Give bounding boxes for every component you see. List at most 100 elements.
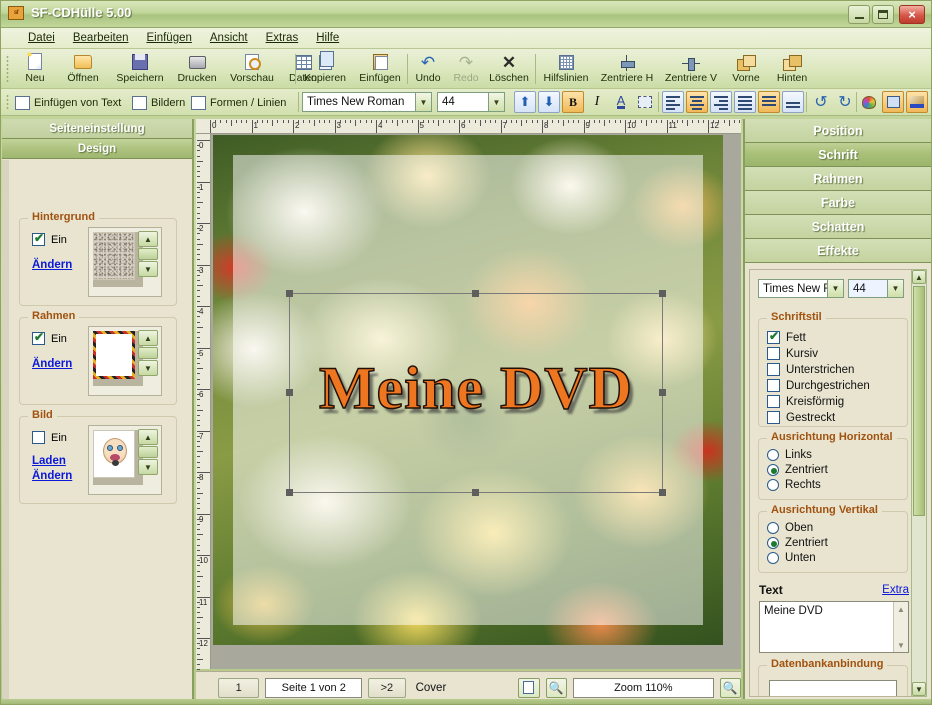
sidebar-tab-design[interactable]: Design	[2, 139, 192, 159]
rahmen-checkbox[interactable]	[32, 330, 45, 345]
halign-rechts-radio[interactable]	[767, 479, 779, 491]
bild-checkbox-row[interactable]: Ein	[32, 431, 67, 444]
italic-button[interactable]: I	[586, 91, 608, 113]
panel-font-size-combo[interactable]: 44 ▼	[848, 279, 904, 298]
sidebar-section-effekte[interactable]: Effekte	[745, 239, 931, 263]
menu-item-extras[interactable]: Extras	[257, 30, 308, 46]
insert-image-button[interactable]: Bildern	[132, 93, 185, 112]
align-right-button[interactable]	[710, 91, 732, 113]
resize-handle-n[interactable]	[472, 290, 479, 297]
bild-spinner[interactable]: ▲ ▼	[138, 429, 158, 479]
font-color-button[interactable]: A	[610, 91, 632, 113]
radio-row-valign-unten[interactable]: Unten	[767, 552, 828, 564]
font-name-combo[interactable]: Times New Roman ▼	[302, 92, 432, 112]
textarea-scroll-up-icon[interactable]: ▲	[895, 603, 907, 615]
sidebar-section-schrift[interactable]: Schrift	[745, 143, 931, 167]
zoom-field[interactable]: Zoom 110%	[573, 677, 714, 698]
valign-middle-button[interactable]	[758, 91, 780, 113]
spinner-middle[interactable]	[138, 248, 158, 260]
bold-button[interactable]: B	[562, 91, 584, 113]
bild-checkbox[interactable]	[32, 431, 45, 444]
spinner-down-icon[interactable]: ▼	[138, 459, 158, 475]
toolbar-button-zentriere-v[interactable]: Zentriere V	[659, 51, 723, 87]
fett-checkbox[interactable]	[767, 329, 780, 344]
page-number-button[interactable]: 1	[218, 677, 260, 698]
toolbar-button-hilfslinien[interactable]: Hilfslinien	[537, 51, 595, 87]
spinner-middle[interactable]	[138, 446, 158, 458]
valign-bottom-button[interactable]	[782, 91, 804, 113]
next-page-button[interactable]: >2	[368, 677, 406, 698]
toolbar-button-kopieren[interactable]: Kopieren	[297, 51, 353, 87]
zoom-out-button[interactable]: 🔍	[545, 677, 568, 698]
align-justify-button[interactable]	[734, 91, 756, 113]
brush-button[interactable]	[906, 91, 928, 113]
format-toolbar-grip[interactable]	[6, 94, 9, 111]
resize-handle-sw[interactable]	[286, 489, 293, 496]
checkbox-row-gestreckt[interactable]: Gestreckt	[767, 411, 870, 424]
radio-row-halign-rechts[interactable]: Rechts	[767, 479, 828, 491]
insert-shapes-button[interactable]: Formen / Linien	[191, 93, 286, 112]
rahmen-thumbnail-box[interactable]: ▲ ▼	[88, 326, 162, 396]
resize-handle-ne[interactable]	[659, 290, 666, 297]
chevron-down-icon[interactable]: ▼	[827, 280, 843, 297]
kreisfoermig-checkbox[interactable]	[767, 395, 780, 408]
resize-handle-se[interactable]	[659, 489, 666, 496]
bild-aendern-link[interactable]: Ändern	[32, 470, 72, 482]
hintergrund-checkbox-row[interactable]: Ein	[32, 231, 67, 246]
zoom-in-button[interactable]: 🔍	[719, 677, 741, 698]
database-field[interactable]	[769, 680, 897, 696]
canvas-area[interactable]: Meine DVD	[211, 134, 741, 669]
extra-link[interactable]: Extra	[882, 584, 909, 596]
checkbox-row-kursiv[interactable]: Kursiv	[767, 347, 870, 360]
text-textarea[interactable]: Meine DVD ▲ ▼	[759, 601, 909, 653]
rahmen-spinner[interactable]: ▲ ▼	[138, 330, 158, 380]
spinner-down-icon[interactable]: ▼	[138, 360, 158, 376]
gestreckt-checkbox[interactable]	[767, 411, 780, 424]
undo-button[interactable]: ↺	[810, 91, 832, 113]
sidebar-section-farbe[interactable]: Farbe	[745, 191, 931, 215]
toolbar-button-neu[interactable]: Neu	[13, 51, 57, 87]
text-effects-button[interactable]	[634, 91, 656, 113]
menu-item-ansicht[interactable]: Ansicht	[201, 30, 257, 46]
radio-row-valign-zentriert[interactable]: Zentriert	[767, 537, 828, 549]
chevron-down-icon[interactable]: ▼	[887, 280, 903, 297]
toolbar-button-drucken[interactable]: Drucken	[171, 51, 223, 87]
spinner-down-icon[interactable]: ▼	[138, 261, 158, 277]
menu-item-einfuegen[interactable]: Einfügen	[137, 30, 200, 46]
font-size-combo[interactable]: 44 ▼	[437, 92, 505, 112]
scroll-down-icon[interactable]: ▼	[912, 682, 926, 696]
toolbar-button-vorne[interactable]: Vorne	[723, 51, 769, 87]
sidebar-section-schatten[interactable]: Schatten	[745, 215, 931, 239]
toolbar-button-speichern[interactable]: Speichern	[109, 51, 171, 87]
radio-row-valign-oben[interactable]: Oben	[767, 522, 828, 534]
toolbar-button-undo[interactable]: ↶ Undo	[409, 51, 447, 87]
resize-handle-s[interactable]	[472, 489, 479, 496]
checkbox-row-fett[interactable]: Fett	[767, 329, 870, 344]
toolbar-grip[interactable]	[6, 55, 9, 83]
spinner-up-icon[interactable]: ▲	[138, 231, 158, 247]
close-button[interactable]: ×	[899, 5, 925, 24]
duplicate-button[interactable]	[882, 91, 904, 113]
design-page[interactable]: Meine DVD	[213, 135, 723, 645]
spinner-up-icon[interactable]: ▲	[138, 429, 158, 445]
bild-laden-link[interactable]: Laden	[32, 455, 66, 467]
spinner-middle[interactable]	[138, 347, 158, 359]
bild-thumbnail-box[interactable]: ▲ ▼	[88, 425, 162, 495]
resize-handle-nw[interactable]	[286, 290, 293, 297]
toolbar-button-zentriere-h[interactable]: Zentriere H	[595, 51, 659, 87]
page-preview-button[interactable]	[518, 677, 540, 698]
radio-row-halign-links[interactable]: Links	[767, 449, 828, 461]
toolbar-button-einfuegen[interactable]: Einfügen	[353, 51, 407, 87]
radio-row-halign-zentriert[interactable]: Zentriert	[767, 464, 828, 476]
toolbar-button-loeschen[interactable]: ✕ Löschen	[485, 51, 533, 87]
menu-item-datei[interactable]: Datei	[19, 30, 64, 46]
durchgestrichen-checkbox[interactable]	[767, 379, 780, 392]
halign-links-radio[interactable]	[767, 449, 779, 461]
hintergrund-checkbox[interactable]	[32, 231, 45, 246]
valign-zentriert-radio[interactable]	[767, 537, 779, 549]
sidebar-section-rahmen[interactable]: Rahmen	[745, 167, 931, 191]
move-up-button[interactable]: ⬆	[514, 91, 536, 113]
redo-button[interactable]: ↻	[834, 91, 856, 113]
chevron-down-icon[interactable]: ▼	[415, 93, 431, 111]
minimize-button[interactable]	[848, 5, 870, 24]
